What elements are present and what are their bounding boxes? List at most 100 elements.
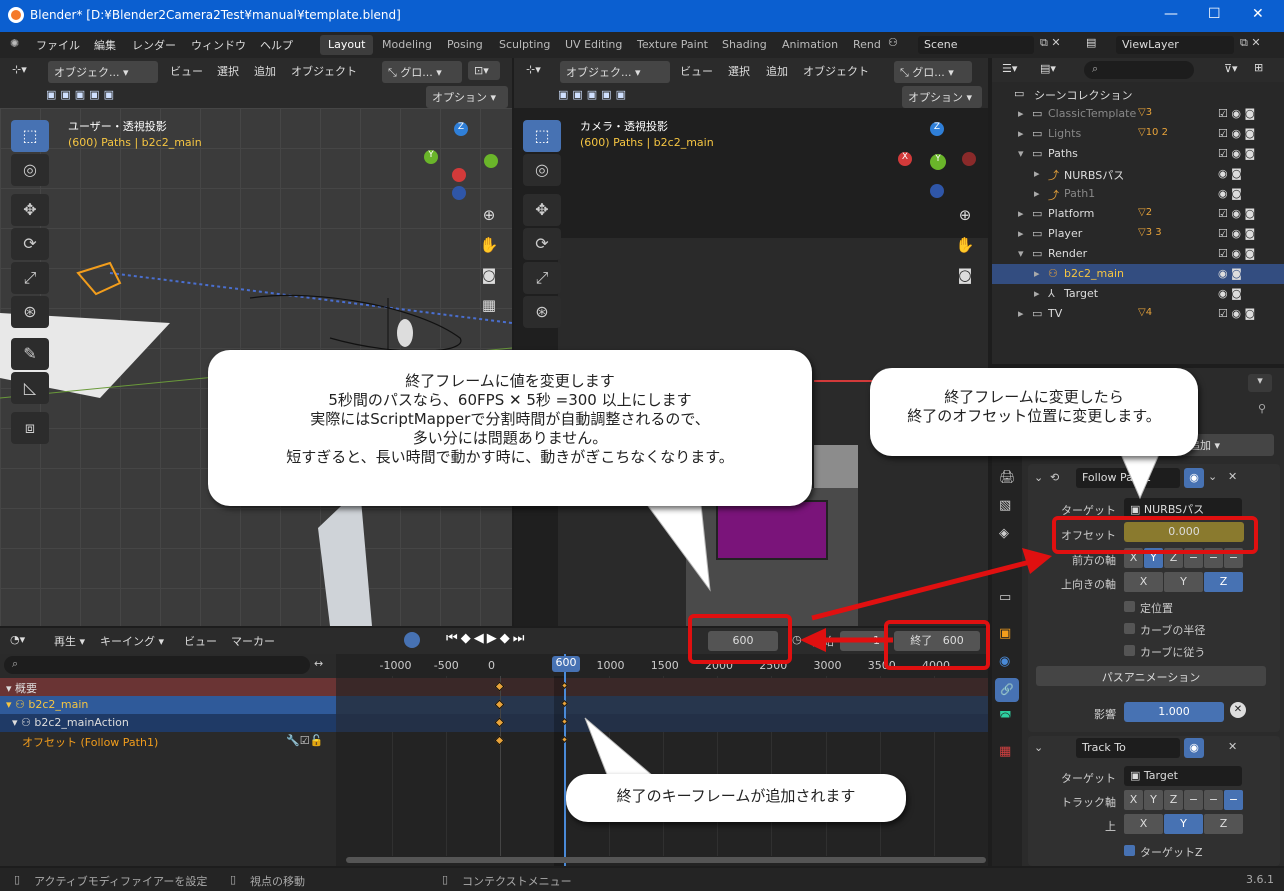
auto-key-icon[interactable] xyxy=(404,632,420,648)
close-icon[interactable]: ✕ xyxy=(1252,6,1264,22)
timeline-menu-playback[interactable]: 再生 ▾ xyxy=(54,633,85,649)
visibility-toggles-icon[interactable]: ☑ ◉ ◙ xyxy=(1218,147,1255,160)
navigation-gizmo[interactable]: Z Y xyxy=(424,122,506,200)
up-axis-button-0[interactable]: X xyxy=(1124,572,1163,592)
move-tool-icon[interactable]: ✥ xyxy=(11,194,49,226)
blender-menu-icon[interactable]: ✺ xyxy=(10,37,19,50)
scene-icon[interactable]: ⚇ xyxy=(888,36,914,54)
pan-hand-icon[interactable]: ✋ xyxy=(476,232,502,258)
tab-shading[interactable]: Shading xyxy=(714,35,775,55)
filter-icon[interactable]: ⊽▾ xyxy=(1224,62,1238,75)
visibility-toggles-icon[interactable]: ☑ ◉ ◙ xyxy=(1218,307,1255,320)
constraint-name-field[interactable]: Follow Path1 xyxy=(1076,468,1180,488)
outliner-item[interactable]: ▸ ⚇ b2c2_main ◉ ◙ xyxy=(992,264,1284,284)
track-axis-button-0[interactable]: X xyxy=(1124,790,1143,810)
expand-arrow-icon[interactable]: ▸ xyxy=(1018,227,1024,240)
gizmo-neg-z-icon-2[interactable] xyxy=(930,184,944,198)
collapse-icon-2[interactable]: ⌄ xyxy=(1034,741,1043,754)
mode-select-2[interactable]: オブジェク... ▾ xyxy=(560,61,670,83)
menu-file[interactable]: ファイル xyxy=(36,37,80,53)
visibility-toggles-icon[interactable]: ◉ ◙ xyxy=(1218,167,1242,180)
vl-menu-view[interactable]: ビュー xyxy=(170,63,203,79)
channel-object[interactable]: ▾ ⚇ b2c2_main xyxy=(0,696,336,714)
rotate-tool-icon-2[interactable]: ⟳ xyxy=(523,228,561,260)
visibility-toggles-icon[interactable]: ☑ ◉ ◙ xyxy=(1218,107,1255,120)
vl-menu-add[interactable]: 追加 xyxy=(254,63,276,79)
track-axis-button-4[interactable]: − xyxy=(1204,790,1223,810)
path-animation-button[interactable]: パスアニメーション xyxy=(1036,666,1266,686)
expand-arrow-icon[interactable]: ▸ xyxy=(1034,187,1040,200)
disable-keep-icon[interactable]: ✕ xyxy=(1230,702,1246,718)
fcurve-modifier-icons[interactable]: 🔧☑🔓 xyxy=(286,734,323,747)
visibility-toggles-icon[interactable]: ☑ ◉ ◙ xyxy=(1218,227,1255,240)
visibility-toggles-icon[interactable]: ◉ ◙ xyxy=(1218,267,1242,280)
view-layer-icon[interactable]: ▤ xyxy=(1086,36,1096,49)
select-mode-icons-2[interactable]: ▣▣▣▣▣ xyxy=(558,88,630,101)
outliner-item[interactable]: ▸ ⤴ NURBSパス ◉ ◙ xyxy=(992,164,1284,184)
transform-pivot-icon-2[interactable]: ⊹▾ xyxy=(526,63,541,76)
playback-controls-icon[interactable]: ⏮◆◀▶◆⏭ xyxy=(446,631,527,646)
physics-tab-icon[interactable]: ◉ xyxy=(999,654,1010,669)
menu-help[interactable]: ヘルプ xyxy=(260,37,293,53)
track-up-button-0[interactable]: X xyxy=(1124,814,1163,834)
outliner-root[interactable]: ▭ シーンコレクション xyxy=(992,84,1284,104)
tool-tab-icon[interactable]: 🖨 xyxy=(999,470,1016,485)
texture-tab-icon[interactable]: ▦ xyxy=(999,744,1011,759)
tab-animation[interactable]: Animation xyxy=(774,35,846,55)
channel-action[interactable]: ▾ ⚇ b2c2_mainAction xyxy=(0,714,336,732)
gizmo-z-icon-2[interactable]: Z xyxy=(930,122,944,136)
timeline-menu-view[interactable]: ビュー xyxy=(184,633,217,649)
visibility-toggles-icon[interactable]: ◉ ◙ xyxy=(1218,287,1242,300)
gizmo-x-icon[interactable] xyxy=(452,168,466,182)
constraint-tab-icon[interactable]: 🔗 xyxy=(995,678,1019,702)
rotate-tool-icon[interactable]: ⟳ xyxy=(11,228,49,260)
keyframe-start-fcurve[interactable] xyxy=(494,735,505,746)
snap-icon[interactable]: ⊡▾ xyxy=(468,61,500,80)
expand-arrow-icon[interactable]: ▾ xyxy=(1018,247,1024,260)
object-tab-icon[interactable]: ▣ xyxy=(999,626,1011,641)
menu-edit[interactable]: 編集 xyxy=(94,37,116,53)
track-up-button-2[interactable]: Z xyxy=(1204,814,1243,834)
swap-icon[interactable]: ↔ xyxy=(314,657,323,670)
eye-icon-2[interactable]: ◉ xyxy=(1184,738,1204,758)
properties-menu-icon[interactable]: ▾ xyxy=(1248,374,1272,392)
vr-menu-add[interactable]: 追加 xyxy=(766,63,788,79)
tab-texture-paint[interactable]: Texture Paint xyxy=(629,35,716,55)
pin-icon[interactable]: ⚲ xyxy=(1258,402,1266,415)
track-target-field[interactable]: ▣ Target xyxy=(1124,766,1242,786)
visibility-toggles-icon[interactable]: ☑ ◉ ◙ xyxy=(1218,207,1255,220)
vl-menu-object[interactable]: オブジェクト xyxy=(291,63,357,79)
collapse-icon[interactable]: ⌄ xyxy=(1034,471,1043,484)
visibility-toggles-icon[interactable]: ☑ ◉ ◙ xyxy=(1218,247,1255,260)
gizmo-neg-x-icon-2[interactable] xyxy=(962,152,976,166)
eye-icon[interactable]: ◉ xyxy=(1184,468,1204,488)
copy-view-layer-icon[interactable]: ⧉ ✕ xyxy=(1240,36,1261,50)
vr-menu-select[interactable]: 選択 xyxy=(728,63,750,79)
outliner-item[interactable]: ▸ ▭ TV ▽4 ☑ ◉ ◙ xyxy=(992,304,1284,324)
gizmo-x-icon-2[interactable]: X xyxy=(898,152,912,166)
transform-tool-icon-2[interactable]: ⊛ xyxy=(523,296,561,328)
orientation-select-2[interactable]: ⤡ グロ... ▾ xyxy=(894,61,972,83)
tab-layout[interactable]: Layout xyxy=(320,35,374,55)
select-box-tool-icon-2[interactable]: ⬚ xyxy=(523,120,561,152)
timeline-editor-icon[interactable]: ◔▾ xyxy=(10,633,25,646)
constraint2-name-field[interactable]: Track To xyxy=(1076,738,1180,758)
mode-select[interactable]: オブジェク... ▾ xyxy=(48,61,158,83)
expand-arrow-icon[interactable]: ▾ xyxy=(1018,147,1024,160)
menu-render[interactable]: レンダー xyxy=(132,37,176,53)
cursor-tool-icon-2[interactable]: ◎ xyxy=(523,154,561,186)
tab-rendering[interactable]: Rend xyxy=(845,35,889,55)
measure-tool-icon[interactable]: ◺ xyxy=(11,372,49,404)
channel-search-input[interactable]: ⌕ xyxy=(4,656,310,674)
tab-sculpting[interactable]: Sculpting xyxy=(491,35,558,55)
select-box-tool-icon[interactable]: ⬚ xyxy=(11,120,49,152)
camera-view-icon[interactable]: ◙ xyxy=(476,262,502,288)
track-axis-button-1[interactable]: Y xyxy=(1144,790,1163,810)
navigation-gizmo-2[interactable]: Z X Y xyxy=(898,122,976,202)
timeline-menu-keying[interactable]: キーイング ▾ xyxy=(100,633,164,649)
visibility-toggles-icon[interactable]: ◉ ◙ xyxy=(1218,187,1242,200)
up-axis-button-2[interactable]: Z xyxy=(1204,572,1243,592)
add-cube-tool-icon[interactable]: ⧈ xyxy=(11,412,49,444)
target-field[interactable]: ▣ NURBSパス xyxy=(1124,498,1242,518)
vl-menu-select[interactable]: 選択 xyxy=(217,63,239,79)
